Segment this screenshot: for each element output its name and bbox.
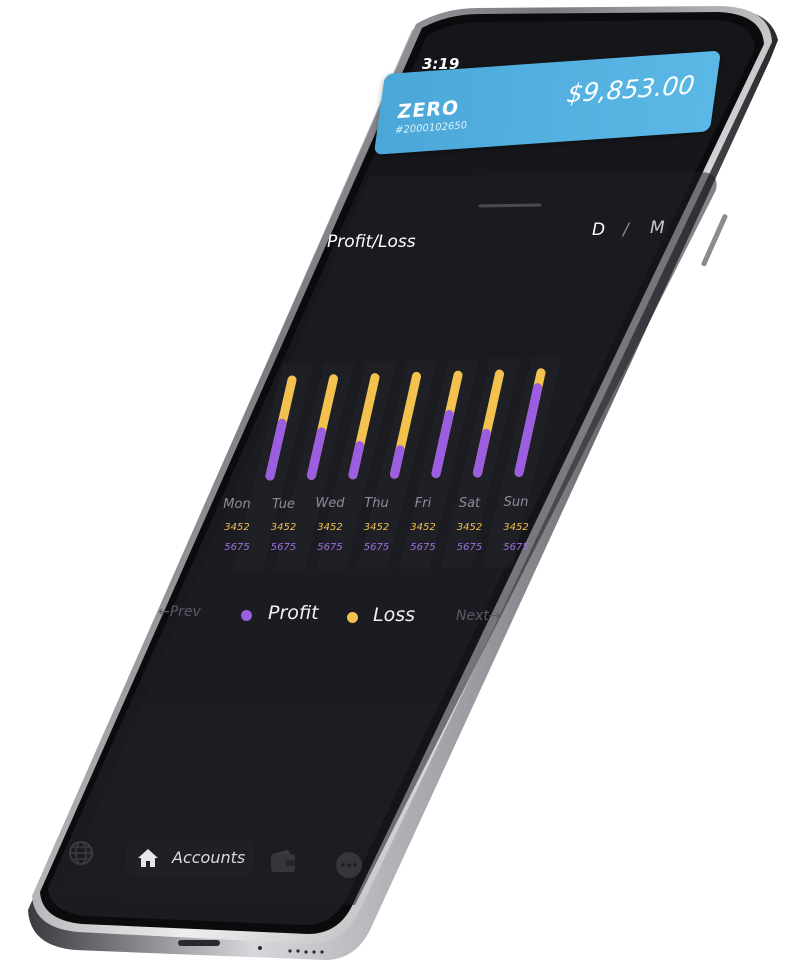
card-brand-logo: ZERO [395, 96, 461, 124]
loss-value-thu: 3452 [363, 522, 390, 533]
next-label: Next [456, 608, 489, 624]
profit-value-fri: 5675 [410, 542, 436, 553]
period-separator: / [623, 220, 629, 240]
globe-icon [69, 841, 93, 865]
profit-value-thu: 5675 [363, 542, 390, 553]
day-label-mon: Mon [223, 497, 251, 512]
wallet-icon [271, 850, 295, 872]
profit-bar-thu [390, 445, 405, 479]
mic-hole [258, 946, 262, 950]
arrow-right-icon: → [488, 608, 501, 624]
nav-wallet-button[interactable] [268, 848, 298, 876]
more-icon [336, 852, 362, 878]
card-balance-amount: $9,853.00 [565, 70, 697, 109]
loss-value-sat: 3452 [456, 522, 483, 533]
loss-legend-dot [347, 612, 358, 623]
profit-value-sun: 5675 [503, 542, 529, 553]
nav-more-button[interactable] [334, 850, 364, 880]
period-day-button[interactable]: D [592, 220, 605, 240]
side-button [701, 214, 728, 267]
loss-value-mon: 3452 [224, 522, 250, 533]
profit-value-mon: 5675 [224, 542, 250, 553]
period-month-button[interactable]: M [650, 218, 665, 238]
nav-accounts-button[interactable]: Accounts [126, 840, 254, 876]
sheet-handle [478, 203, 542, 208]
day-label-tue: Tue [272, 496, 295, 512]
card-account-number: #2000102650 [394, 120, 468, 137]
home-icon [138, 849, 158, 867]
profit-value-wed: 5675 [317, 542, 343, 553]
loss-value-sun: 3452 [503, 522, 529, 533]
loss-value-fri: 3452 [410, 522, 436, 533]
day-label-fri: Fri [414, 495, 432, 511]
profit-legend-dot [241, 610, 252, 621]
day-label-thu: Thu [364, 496, 389, 512]
next-button[interactable]: Next→ [456, 608, 501, 624]
chart-title: Profit/Loss [327, 232, 416, 252]
profit-value-tue: 5675 [270, 542, 297, 553]
usb-port [178, 940, 220, 946]
profit-value-sat: 5675 [456, 542, 483, 553]
arrow-left-icon: ← [158, 604, 170, 620]
day-label-wed: Wed [315, 496, 345, 512]
prev-label: Prev [169, 604, 201, 620]
loss-value-tue: 3452 [270, 522, 297, 533]
nav-accounts-label: Accounts [172, 848, 246, 867]
loss-legend-label: Loss [373, 604, 416, 626]
day-label-sun: Sun [503, 495, 529, 511]
day-label-sat: Sat [458, 495, 481, 511]
prev-button[interactable]: ←Prev [158, 604, 201, 620]
nav-globe-button[interactable] [66, 838, 96, 868]
profit-legend-label: Profit [268, 602, 319, 624]
loss-value-wed: 3452 [317, 522, 343, 533]
